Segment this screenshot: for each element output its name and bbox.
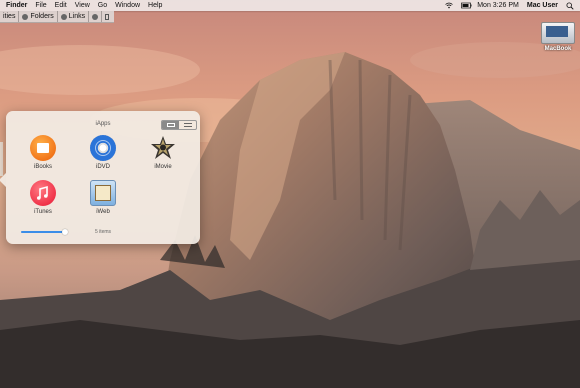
iweb-icon — [90, 180, 116, 206]
battery-icon[interactable] — [461, 2, 472, 9]
toolbar-item-utilities-label: ities — [3, 13, 16, 20]
toolbar-item-links-label: Links — [68, 13, 86, 20]
menu-file[interactable]: File — [35, 2, 46, 9]
finder-toolbar: ities Folders Links — [0, 11, 115, 23]
desktop-drive[interactable]: MacBook — [538, 22, 578, 52]
toolbar-item-folders[interactable]: Folders — [19, 11, 58, 22]
ibooks-icon — [30, 135, 56, 161]
link-icon — [60, 13, 67, 20]
app-item-itunes[interactable]: iTunes — [18, 180, 68, 215]
wifi-icon[interactable] — [445, 2, 453, 9]
toolbar-item-utilities[interactable]: ities — [0, 11, 20, 22]
list-view-button[interactable] — [179, 121, 196, 129]
app-item-iweb[interactable]: iWeb — [78, 180, 128, 215]
grid-view-icon — [166, 123, 175, 127]
app-label: iWeb — [96, 209, 110, 215]
toolbar-item-folders-label: Folders — [30, 13, 54, 20]
folder-icon — [22, 13, 29, 20]
view-mode-toggle[interactable] — [161, 120, 197, 130]
menu-view[interactable]: View — [75, 2, 90, 9]
desktop-drive-label: MacBook — [544, 46, 572, 52]
app-item-idvd[interactable]: iDVD — [78, 135, 128, 170]
menu-edit[interactable]: Edit — [55, 2, 67, 9]
dock-edge — [0, 142, 3, 176]
menu-window[interactable]: Window — [115, 2, 140, 9]
app-label: iDVD — [95, 164, 110, 170]
menubar-user[interactable]: Mac User — [527, 2, 558, 9]
menu-go[interactable]: Go — [98, 2, 107, 9]
menu-bar: Finder File Edit View Go Window Help Mon… — [0, 0, 580, 11]
app-label: iBooks — [33, 164, 52, 170]
app-label: iTunes — [34, 209, 52, 215]
imovie-icon — [150, 135, 176, 161]
stack-popover: iApps iBooks iDVD iMovie iTunes iWeb 5 i… — [0, 111, 200, 244]
menubar-clock[interactable]: Mon 3:26 PM — [477, 2, 519, 9]
menu-app-name[interactable]: Finder — [6, 2, 27, 9]
item-count: 5 items — [94, 229, 112, 235]
grid-view-button[interactable] — [162, 121, 179, 129]
gear-icon — [92, 13, 99, 20]
toolbar-item-links[interactable]: Links — [58, 11, 90, 22]
app-item-imovie[interactable]: iMovie — [138, 135, 188, 170]
toolbar-trash-button[interactable] — [102, 11, 112, 22]
itunes-icon — [30, 180, 56, 206]
app-label: iMovie — [154, 164, 172, 170]
idvd-icon — [90, 135, 116, 161]
spotlight-search-icon[interactable] — [566, 2, 574, 10]
menu-help[interactable]: Help — [148, 2, 162, 9]
list-view-icon — [183, 123, 192, 127]
app-item-ibooks[interactable]: iBooks — [18, 135, 68, 170]
laptop-drive-icon — [541, 22, 575, 44]
toolbar-gear-button[interactable] — [89, 11, 103, 22]
trash-icon — [105, 13, 110, 20]
